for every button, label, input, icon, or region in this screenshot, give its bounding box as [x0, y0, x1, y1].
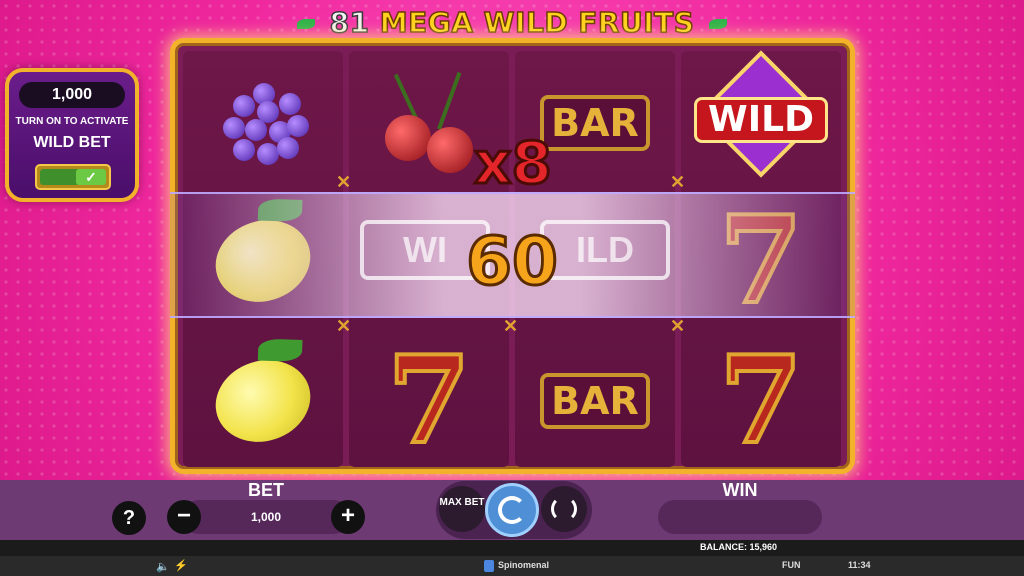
balance-text: BALANCE: 15,960 [700, 542, 778, 552]
grapes-icon [213, 73, 313, 173]
bet-label: BET [248, 480, 284, 500]
mode-label: FUN [782, 560, 801, 570]
wild-bet-toggle[interactable]: ✓ [35, 164, 111, 190]
wild-bet-instruction: TURN ON TO ACTIVATE [15, 116, 129, 127]
autoplay-icon [551, 496, 577, 522]
clock: 11:34 [848, 560, 871, 570]
autoplay-button[interactable] [541, 486, 587, 532]
grapes-symbol [193, 63, 333, 183]
separator-cross: ✕ [670, 172, 686, 192]
spin-button[interactable] [485, 483, 539, 537]
lemon-symbol [193, 338, 333, 461]
max-bet-button[interactable]: MAX BET [439, 486, 485, 532]
turbo-icon[interactable]: ⚡ [174, 559, 188, 572]
separator-cross: ✕ [336, 316, 352, 336]
spin-icon [498, 496, 526, 524]
win-value [658, 500, 822, 534]
game-title: 81 MEGA WILD FRUITS [0, 5, 1024, 40]
win-multiplier: x8 [473, 128, 554, 199]
lemon-icon [204, 338, 322, 454]
bar-symbol: BAR [525, 341, 665, 461]
wild-bet-label: WILD BET [33, 134, 111, 151]
balance-bar [0, 540, 1024, 556]
win-label: WIN [722, 480, 758, 500]
sound-icon[interactable]: 🔈 [156, 560, 170, 573]
seven-symbol: 7 [717, 330, 804, 471]
increase-bet-button[interactable]: + [331, 500, 365, 534]
title-number: 81 [329, 5, 370, 40]
wild-symbol: WILD [686, 50, 828, 183]
separator-cross: ✕ [670, 316, 686, 336]
checkmark-icon: ✓ [76, 169, 106, 185]
separator-cross: ✕ [336, 172, 352, 192]
leaf-icon [297, 19, 316, 29]
title-text: MEGA WILD FRUITS [379, 5, 695, 40]
decrease-bet-button[interactable]: − [167, 500, 201, 534]
brand-logo-icon [484, 560, 494, 572]
seven-symbol: 7 [385, 330, 472, 471]
wild-bet-amount: 1,000 [19, 82, 125, 108]
win-amount: 60 [465, 222, 560, 301]
wild-bet-panel: 1,000 TURN ON TO ACTIVATE WILD BET ✓ [5, 68, 139, 202]
help-button[interactable]: ? [112, 501, 146, 535]
bet-value: 1,000 [182, 500, 350, 534]
toggle-track: ✓ [40, 169, 106, 185]
separator-cross: ✕ [503, 316, 519, 336]
brand-name: Spinomenal [498, 560, 550, 570]
leaf-icon [708, 19, 727, 29]
